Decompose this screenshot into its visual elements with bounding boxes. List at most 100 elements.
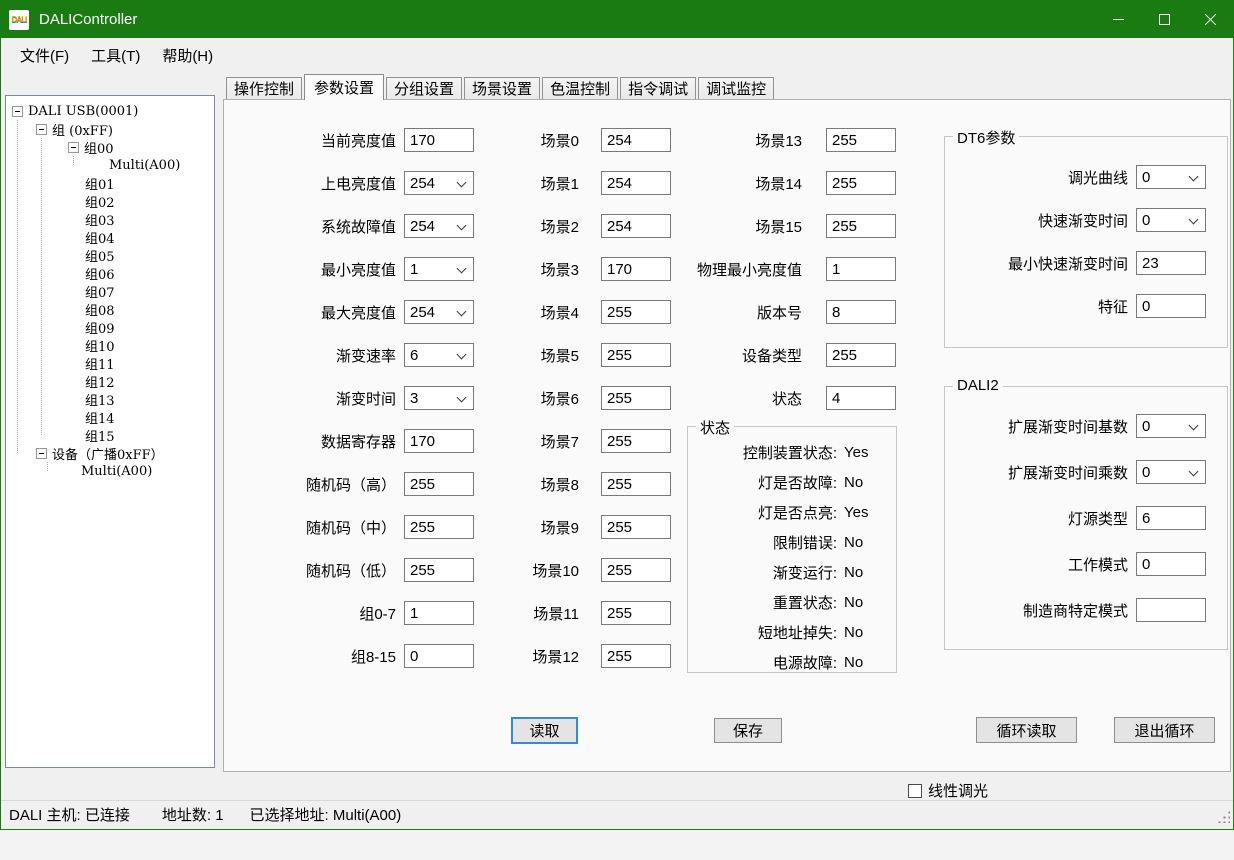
collapse-icon[interactable] — [12, 106, 23, 117]
tree-item-group06[interactable]: 组06 — [6, 264, 214, 282]
version-number-input[interactable]: 8 — [826, 300, 896, 324]
physical-min-level-input[interactable]: 1 — [826, 257, 896, 281]
tree-item-group01[interactable]: 组01 — [6, 174, 214, 192]
resize-grip[interactable] — [1216, 809, 1230, 823]
tab-parameter-settings[interactable]: 参数设置 — [304, 74, 384, 100]
scene12-input[interactable]: 255 — [601, 644, 671, 668]
extended-fade-time-base-select[interactable]: 0 — [1136, 414, 1206, 438]
min-level-select[interactable]: 1 — [404, 257, 474, 281]
features-input[interactable]: 0 — [1136, 294, 1206, 318]
field-row: 渐变速率6 — [262, 343, 474, 367]
operating-mode-input[interactable]: 0 — [1136, 552, 1206, 576]
data-register-input[interactable]: 170 — [404, 429, 474, 453]
exit-loop-button[interactable]: 退出循环 — [1114, 717, 1215, 743]
tree-item-device-multi[interactable]: Multi(A00) — [6, 462, 214, 480]
current-level-input[interactable]: 170 — [404, 128, 474, 152]
scene4-input[interactable]: 255 — [601, 300, 671, 324]
fade-rate-select[interactable]: 6 — [404, 343, 474, 367]
tab-operation-control[interactable]: 操作控制 — [226, 77, 302, 99]
random-code-mid-input[interactable]: 255 — [404, 515, 474, 539]
status-value-input[interactable]: 4 — [826, 386, 896, 410]
tree-item-group08[interactable]: 组08 — [6, 300, 214, 318]
tree-item-group15[interactable]: 组15 — [6, 426, 214, 444]
tree-item-group13[interactable]: 组13 — [6, 390, 214, 408]
tree-item-group07[interactable]: 组07 — [6, 282, 214, 300]
status-groupbox: 状态 控制装置状态:Yes 灯是否故障:No 灯是否点亮:Yes 限制错误:No… — [687, 426, 897, 673]
loop-read-button[interactable]: 循环读取 — [976, 717, 1077, 743]
maximize-icon — [1159, 14, 1170, 25]
scene11-input[interactable]: 255 — [601, 601, 671, 625]
tab-command-debug[interactable]: 指令调试 — [620, 77, 696, 99]
scene0-input[interactable]: 254 — [601, 128, 671, 152]
random-code-high-input[interactable]: 255 — [404, 472, 474, 496]
tree-item-group09[interactable]: 组09 — [6, 318, 214, 336]
system-failure-level-select[interactable]: 254 — [404, 214, 474, 238]
collapse-icon[interactable] — [68, 142, 79, 153]
field-row: 调光曲线0 — [955, 165, 1206, 189]
tab-color-temp-control[interactable]: 色温控制 — [542, 77, 618, 99]
field-row: 物理最小亮度值1 — [664, 257, 896, 281]
scene3-input[interactable]: 170 — [601, 257, 671, 281]
menu-file[interactable]: 文件(F) — [9, 40, 80, 71]
extended-fade-time-multiplier-select[interactable]: 0 — [1136, 460, 1206, 484]
tree-item-group04[interactable]: 组04 — [6, 228, 214, 246]
tree-item-device-broadcast[interactable]: 设备（广播0xFF） — [6, 444, 214, 462]
read-button[interactable]: 读取 — [511, 717, 578, 744]
tab-scene-settings[interactable]: 场景设置 — [464, 77, 540, 99]
power-failure-value: No — [844, 654, 882, 671]
device-type-input[interactable]: 255 — [826, 343, 896, 367]
tree-item-multi[interactable]: Multi(A00) — [6, 156, 214, 174]
max-level-select[interactable]: 254 — [404, 300, 474, 324]
group-8-15-input[interactable]: 0 — [404, 644, 474, 668]
scene14-input[interactable]: 255 — [826, 171, 896, 195]
field-row: 当前亮度值170 — [262, 128, 474, 152]
fade-time-select[interactable]: 3 — [404, 386, 474, 410]
save-button[interactable]: 保存 — [714, 718, 782, 743]
tab-grouping-settings[interactable]: 分组设置 — [386, 77, 462, 99]
collapse-icon[interactable] — [36, 124, 47, 135]
menu-bar: 文件(F) 工具(T) 帮助(H) — [1, 38, 1233, 72]
menu-tools[interactable]: 工具(T) — [80, 40, 151, 71]
scene9-input[interactable]: 255 — [601, 515, 671, 539]
dimming-curve-select[interactable]: 0 — [1136, 165, 1206, 189]
minimize-button[interactable] — [1095, 1, 1141, 38]
scene5-input[interactable]: 255 — [601, 343, 671, 367]
scene8-input[interactable]: 255 — [601, 472, 671, 496]
scene2-input[interactable]: 254 — [601, 214, 671, 238]
light-source-type-input[interactable]: 6 — [1136, 506, 1206, 530]
collapse-icon[interactable] — [36, 448, 47, 459]
group-0-7-input[interactable]: 1 — [404, 601, 474, 625]
scene13-input[interactable]: 255 — [826, 128, 896, 152]
tree-item-group11[interactable]: 组11 — [6, 354, 214, 372]
field-row: 最小亮度值1 — [262, 257, 474, 281]
scene7-input[interactable]: 255 — [601, 429, 671, 453]
scene15-input[interactable]: 255 — [826, 214, 896, 238]
fast-fade-time-select[interactable]: 0 — [1136, 208, 1206, 232]
manufacturer-specific-mode-input[interactable] — [1136, 598, 1206, 622]
tab-debug-monitor[interactable]: 调试监控 — [698, 77, 774, 99]
app-icon: DALI — [9, 10, 29, 30]
scene-column-2: 场景13255 场景14255 场景15255 物理最小亮度值1 版本号8 设备… — [664, 128, 896, 429]
field-row: 最大亮度值254 — [262, 300, 474, 324]
menu-help[interactable]: 帮助(H) — [151, 40, 224, 71]
linear-dimming-checkbox[interactable]: 线性调光 — [908, 780, 988, 801]
maximize-button[interactable] — [1141, 1, 1187, 38]
tree-item-group02[interactable]: 组02 — [6, 192, 214, 210]
tree-item-group12[interactable]: 组12 — [6, 372, 214, 390]
close-button[interactable] — [1187, 1, 1233, 38]
power-on-level-select[interactable]: 254 — [404, 171, 474, 195]
scene6-input[interactable]: 255 — [601, 386, 671, 410]
checkbox-icon[interactable] — [908, 784, 922, 798]
tree-item-group05[interactable]: 组05 — [6, 246, 214, 264]
tree-item-group03[interactable]: 组03 — [6, 210, 214, 228]
tree-item-group-parent[interactable]: 组 (0xFF) — [6, 120, 214, 138]
tree-item-group00[interactable]: 组00 — [6, 138, 214, 156]
random-code-low-input[interactable]: 255 — [404, 558, 474, 582]
tree-item-group14[interactable]: 组14 — [6, 408, 214, 426]
scene1-input[interactable]: 254 — [601, 171, 671, 195]
min-fast-fade-time-input[interactable]: 23 — [1136, 251, 1206, 275]
scene10-input[interactable]: 255 — [601, 558, 671, 582]
tree-item-group10[interactable]: 组10 — [6, 336, 214, 354]
control-gear-status-value: Yes — [844, 444, 882, 461]
tree-item-root[interactable]: DALI USB(0001) — [6, 102, 214, 120]
